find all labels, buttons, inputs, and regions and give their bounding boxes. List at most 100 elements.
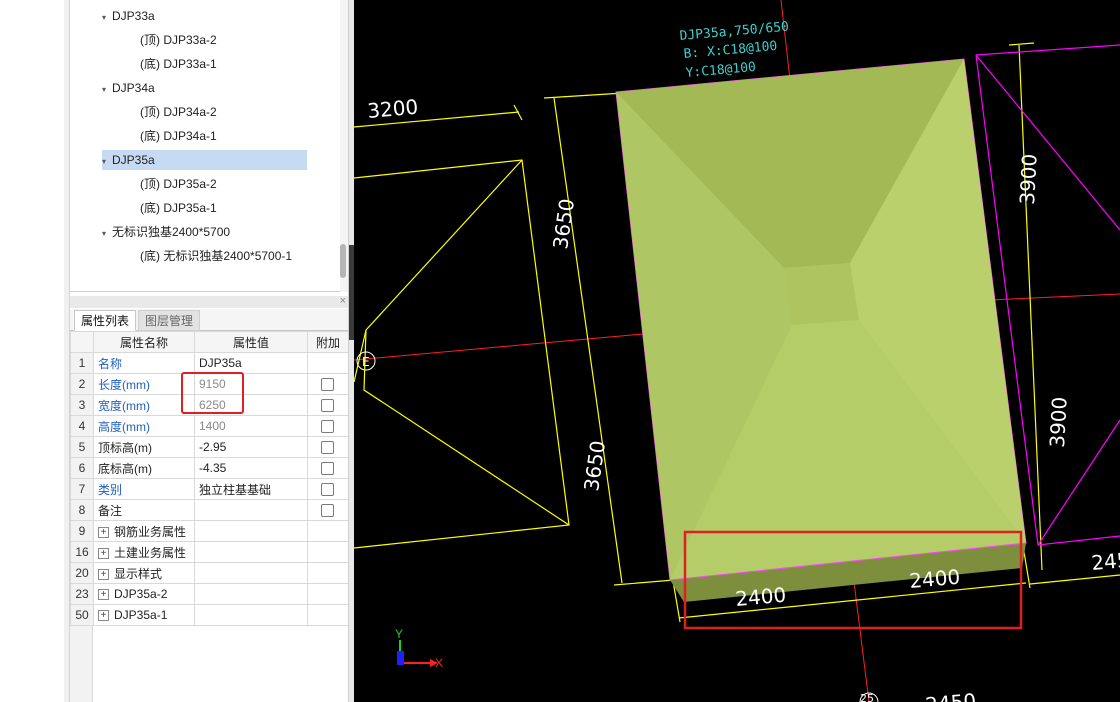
table-header-row: 属性名称 属性值 附加 [70, 331, 349, 353]
property-name[interactable]: 宽度(mm) [93, 394, 195, 416]
property-value[interactable] [194, 499, 308, 521]
row-number: 23 [70, 583, 94, 605]
axis-bubble-25[interactable]: 25 [859, 692, 879, 702]
left-slope-line [354, 159, 523, 383]
property-extra [307, 352, 349, 374]
expand-plus-icon[interactable]: + [98, 547, 109, 559]
property-extra[interactable] [307, 478, 349, 500]
property-name-text: 土建业务属性 [114, 545, 187, 560]
property-extra [307, 541, 349, 563]
tree-item-child[interactable]: (顶) DJP34a-2 [140, 102, 217, 122]
tree-item-child[interactable]: (顶) DJP35a-2 [140, 174, 217, 194]
property-name[interactable]: 类别 [93, 478, 195, 500]
property-name[interactable]: 底标高(m) [93, 457, 195, 479]
row-number: 7 [70, 478, 94, 500]
table-row[interactable]: 1 名称 DJP35a [70, 352, 349, 374]
component-tree[interactable]: ▾ DJP33a (顶) DJP33a-2 (底) DJP33a-1 ▾ DJP34a (顶… [70, 0, 348, 292]
column-header-extra[interactable]: 附加 [307, 331, 349, 353]
property-extra [307, 604, 349, 626]
close-icon[interactable]: × [340, 294, 346, 308]
attach-checkbox[interactable] [321, 399, 334, 413]
property-extra[interactable] [307, 499, 349, 521]
table-row[interactable]: 5 顶标高(m) -2.95 [70, 436, 349, 458]
attach-checkbox[interactable] [321, 462, 334, 476]
tree-item-group[interactable]: ▾ DJP35a [102, 150, 307, 170]
table-row[interactable]: 7 类别 独立柱基基础 [70, 478, 349, 500]
expand-plus-icon[interactable]: + [98, 589, 109, 601]
property-name[interactable]: + 土建业务属性 [93, 541, 195, 563]
attach-checkbox[interactable] [321, 504, 334, 518]
table-row[interactable]: 6 底标高(m) -4.35 [70, 457, 349, 479]
property-name[interactable]: 顶标高(m) [93, 436, 195, 458]
drawing-surface[interactable]: DJP35a,750/650 B: X:C18@100 Y:C18@100 32… [354, 0, 1120, 702]
property-name-text: 类别 [98, 482, 123, 497]
property-name[interactable]: 名称 [93, 352, 195, 374]
property-extra[interactable] [307, 415, 349, 437]
tree-item-child[interactable]: (顶) DJP33a-2 [140, 30, 217, 50]
tree-item-child[interactable]: (底) DJP34a-1 [140, 126, 217, 146]
property-value[interactable]: 1400 [194, 415, 308, 437]
row-number: 4 [70, 415, 94, 437]
property-extra[interactable] [307, 457, 349, 479]
table-row[interactable]: 20 + 显示样式 [70, 562, 349, 584]
tree-item-child[interactable]: (底) DJP33a-1 [140, 54, 217, 74]
column-header-name[interactable]: 属性名称 [93, 331, 195, 353]
property-value[interactable] [194, 583, 308, 605]
row-number: 6 [70, 457, 94, 479]
property-name[interactable]: + 显示样式 [93, 562, 195, 584]
property-value[interactable] [194, 541, 308, 563]
tab-property-list[interactable]: 属性列表 [74, 310, 137, 331]
property-extra[interactable] [307, 394, 349, 416]
property-value[interactable] [194, 562, 308, 584]
tab-layer-management[interactable]: 图层管理 [138, 310, 201, 331]
property-extra[interactable] [307, 436, 349, 458]
property-value[interactable]: DJP35a [194, 352, 308, 374]
dimension-extension [543, 92, 625, 99]
attach-checkbox[interactable] [321, 378, 334, 392]
row-number: 16 [70, 541, 94, 563]
tree-item-child[interactable]: (底) DJP35a-1 [140, 198, 217, 218]
foundation-djp35a[interactable] [615, 58, 1027, 602]
attach-checkbox[interactable] [321, 483, 334, 497]
axis-bubble-e[interactable]: E [356, 351, 376, 371]
tree-item-group[interactable]: ▾ 无标识独基2400*5700 [102, 222, 230, 242]
expand-arrow-icon[interactable]: ▾ [102, 80, 112, 100]
column-header-value[interactable]: 属性值 [194, 331, 308, 353]
property-name[interactable]: 长度(mm) [93, 373, 195, 395]
property-value[interactable] [194, 520, 308, 542]
cad-canvas[interactable]: DJP35a,750/650 B: X:C18@100 Y:C18@100 32… [354, 0, 1120, 702]
attach-checkbox[interactable] [321, 441, 334, 455]
property-name-text: 底标高(m) [98, 461, 152, 476]
expand-arrow-icon[interactable]: ▾ [102, 8, 112, 28]
tree-item-group[interactable]: ▾ DJP33a [102, 6, 155, 26]
property-extra[interactable] [307, 373, 349, 395]
expand-arrow-icon[interactable]: ▾ [102, 152, 112, 172]
property-name[interactable]: + DJP35a-2 [93, 583, 195, 605]
table-row[interactable]: 23 + DJP35a-2 [70, 583, 349, 605]
property-name[interactable]: + DJP35a-1 [93, 604, 195, 626]
property-value[interactable]: -4.35 [194, 457, 308, 479]
attach-checkbox[interactable] [321, 420, 334, 434]
property-value[interactable]: 独立柱基基础 [194, 478, 308, 500]
property-value[interactable] [194, 604, 308, 626]
table-row[interactable]: 4 高度(mm) 1400 [70, 415, 349, 437]
property-value[interactable]: -2.95 [194, 436, 308, 458]
property-name[interactable]: 备注 [93, 499, 195, 521]
expand-plus-icon[interactable]: + [98, 526, 109, 538]
property-panel-header: × [70, 294, 348, 308]
tree-item-child[interactable]: (底) 无标识独基2400*5700-1 [140, 246, 292, 266]
table-row[interactable]: 50 + DJP35a-1 [70, 604, 349, 626]
tree-scrollbar-thumb[interactable] [340, 244, 346, 278]
expand-plus-icon[interactable]: + [98, 610, 109, 622]
property-extra [307, 520, 349, 542]
expand-plus-icon[interactable]: + [98, 568, 109, 580]
property-name[interactable]: + 钢筋业务属性 [93, 520, 195, 542]
property-name[interactable]: 高度(mm) [93, 415, 195, 437]
table-row[interactable]: 8 备注 [70, 499, 349, 521]
table-row[interactable]: 9 + 钢筋业务属性 [70, 520, 349, 542]
axis-line [354, 332, 655, 361]
tree-item-group[interactable]: ▾ DJP34a [102, 78, 155, 98]
expand-arrow-icon[interactable]: ▾ [102, 224, 112, 244]
ucs-icon: Y X [395, 627, 443, 670]
table-row[interactable]: 16 + 土建业务属性 [70, 541, 349, 563]
